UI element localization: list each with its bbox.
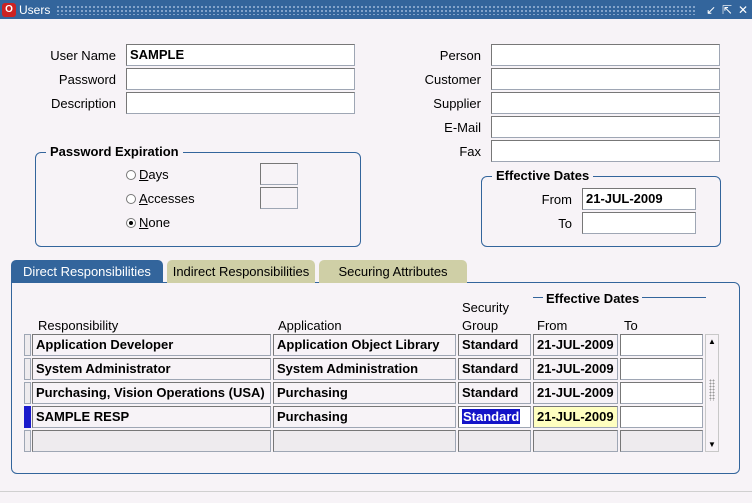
current-row-indicator[interactable] [24,406,31,428]
oracle-o-icon: O [2,2,16,17]
close-icon[interactable]: ✕ [736,3,750,17]
responsibility-cell[interactable]: Application Developer [32,334,271,356]
person-field[interactable] [491,44,720,66]
person-label: Person [439,48,481,63]
days-radio-label: ays [148,167,169,182]
window-title-bar: O Users ↙ ⇱ ✕ [0,0,752,19]
from-date-cell[interactable]: 21-JUL-2009 [533,382,618,404]
row-indicator[interactable] [24,382,31,404]
security-group-cell[interactable]: Standard [458,382,531,404]
to-date-cell[interactable] [620,406,703,428]
description-label: Description [50,96,116,111]
tab-securing-attributes[interactable]: Securing Attributes [319,260,467,283]
password-label: Password [58,72,116,87]
none-radio-label: one [148,215,171,230]
table-effective-dates-title: Effective Dates [543,291,643,306]
scroll-thumb-grip[interactable] [709,379,715,401]
responsibility-cell[interactable]: SAMPLE RESP [32,406,271,428]
supplier-field[interactable] [491,92,720,114]
accesses-radio-mnemonic: A [139,191,148,206]
security-group-cell-selected[interactable]: Standard [458,406,531,428]
from-date-cell[interactable]: 21-JUL-2009 [533,334,618,356]
application-cell[interactable]: Purchasing [273,382,456,404]
password-field[interactable] [126,68,355,90]
bottom-divider [0,491,752,492]
security-group-cell[interactable]: Standard [458,334,531,356]
application-cell[interactable]: Purchasing [273,406,456,428]
user-name-label: User Name [50,48,116,63]
scroll-up-icon[interactable]: ▲ [706,337,718,346]
row-indicator[interactable] [24,334,31,356]
security-header-line2: Group [462,318,499,333]
security-group-cell[interactable] [458,430,531,452]
customer-label: Customer [424,72,481,87]
days-radio[interactable]: Days [126,167,169,182]
fax-label: Fax [459,144,481,159]
tab-direct-responsibilities[interactable]: Direct Responsibilities [11,260,163,283]
from-label: From [541,192,572,207]
description-field[interactable] [126,92,355,114]
email-label: E-Mail [444,120,481,135]
accesses-radio[interactable]: Accesses [126,191,195,206]
maximize-icon[interactable]: ⇱ [720,3,734,17]
row-indicator[interactable] [24,430,31,452]
title-bar-pattern [56,4,696,15]
days-field[interactable] [260,163,298,185]
none-radio[interactable]: None [126,215,170,230]
supplier-label: Supplier [433,96,481,111]
radio-selected-icon [126,217,136,228]
from-date-cell[interactable]: 21-JUL-2009 [533,406,618,428]
email-field[interactable] [491,116,720,138]
radio-icon [126,169,136,180]
to-date-cell[interactable] [620,358,703,380]
to-label: To [558,216,572,231]
responsibility-header: Responsibility [38,318,119,333]
application-cell[interactable] [273,430,456,452]
from-date-cell[interactable] [533,430,618,452]
to-date-cell[interactable] [620,382,703,404]
days-radio-mnemonic: D [139,167,149,182]
to-date-cell[interactable] [620,334,703,356]
to-date-field[interactable] [582,212,696,234]
application-header: Application [278,318,342,333]
radio-icon [126,193,136,204]
application-cell[interactable]: Application Object Library [273,334,456,356]
selected-text: Standard [462,409,521,424]
password-expiration-title: Password Expiration [46,144,183,159]
accesses-field[interactable] [260,187,298,209]
application-cell[interactable]: System Administration [273,358,456,380]
responsibility-cell[interactable]: System Administrator [32,358,271,380]
from-date-cell[interactable]: 21-JUL-2009 [533,358,618,380]
responsibility-cell[interactable]: Purchasing, Vision Operations (USA) [32,382,271,404]
none-radio-mnemonic: N [139,215,149,230]
window-title: Users [19,2,51,17]
scroll-down-icon[interactable]: ▼ [706,440,718,449]
user-name-field[interactable]: SAMPLE [126,44,355,66]
accesses-radio-label: ccesses [147,191,195,206]
security-header-line1: Security [462,300,509,315]
customer-field[interactable] [491,68,720,90]
minimize-icon[interactable]: ↙ [704,3,718,17]
row-indicator[interactable] [24,358,31,380]
security-group-cell[interactable]: Standard [458,358,531,380]
responsibility-cell[interactable] [32,430,271,452]
effective-dates-title: Effective Dates [492,168,594,183]
password-expiration-group: Password Expiration [35,144,361,247]
vertical-scrollbar[interactable]: ▲ ▼ [705,334,719,452]
to-header: To [624,318,638,333]
from-date-field[interactable]: 21-JUL-2009 [582,188,696,210]
from-header: From [537,318,568,333]
to-date-cell[interactable] [620,430,703,452]
tab-indirect-responsibilities[interactable]: Indirect Responsibilities [167,260,315,283]
fax-field[interactable] [491,140,720,162]
